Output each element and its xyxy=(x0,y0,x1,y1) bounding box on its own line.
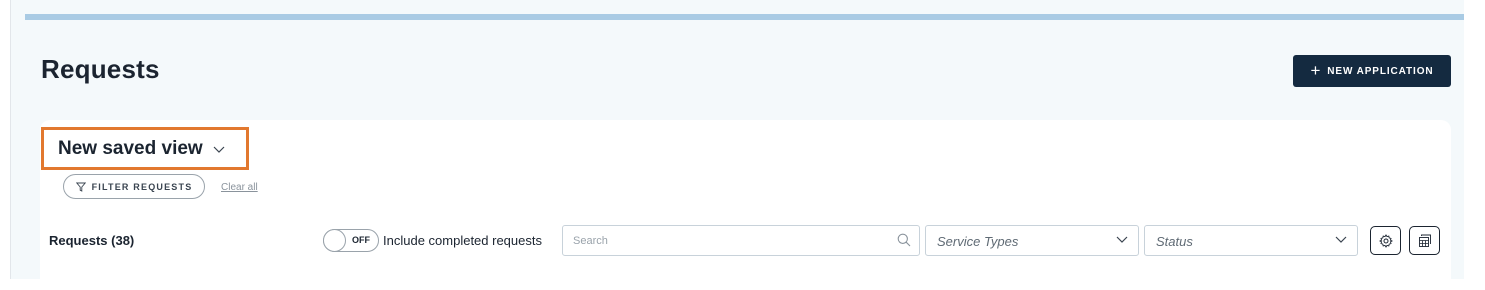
app-content: Requests + NEW APPLICATION New saved vie… xyxy=(11,0,1464,290)
funnel-icon xyxy=(75,182,86,192)
service-types-value: Service Types xyxy=(937,234,1019,249)
gear-icon xyxy=(1378,233,1393,248)
requests-card xyxy=(40,120,1451,290)
include-completed-label: Include completed requests xyxy=(383,233,542,248)
service-types-select[interactable]: Service Types xyxy=(925,225,1139,256)
new-application-button[interactable]: + NEW APPLICATION xyxy=(1293,55,1451,87)
plus-icon: + xyxy=(1310,60,1322,80)
chevron-down-icon xyxy=(213,146,225,154)
saved-view-selector[interactable]: New saved view xyxy=(41,127,249,170)
table-export-icon xyxy=(1418,234,1432,248)
status-select[interactable]: Status xyxy=(1144,225,1358,256)
export-table-button[interactable] xyxy=(1409,226,1440,255)
search-icon[interactable] xyxy=(897,233,911,247)
chevron-down-icon xyxy=(1335,236,1347,244)
chevron-down-icon xyxy=(1116,236,1128,244)
saved-view-name: New saved view xyxy=(58,137,203,159)
settings-button[interactable] xyxy=(1370,226,1401,255)
clear-all-link[interactable]: Clear all xyxy=(221,182,258,193)
status-value: Status xyxy=(1156,234,1193,249)
search-field xyxy=(562,225,920,256)
accent-top-bar xyxy=(25,14,1464,20)
search-input[interactable] xyxy=(563,226,883,255)
toggle-state: OFF xyxy=(352,235,370,245)
filter-requests-button[interactable]: FILTER REQUESTS xyxy=(63,174,205,199)
new-application-label: NEW APPLICATION xyxy=(1327,65,1434,77)
requests-count: Requests (38) xyxy=(49,233,135,248)
toggle-knob xyxy=(323,229,346,252)
include-completed-toggle[interactable]: OFF xyxy=(323,229,379,252)
page-title: Requests xyxy=(41,54,160,84)
filter-requests-label: FILTER REQUESTS xyxy=(91,181,193,192)
